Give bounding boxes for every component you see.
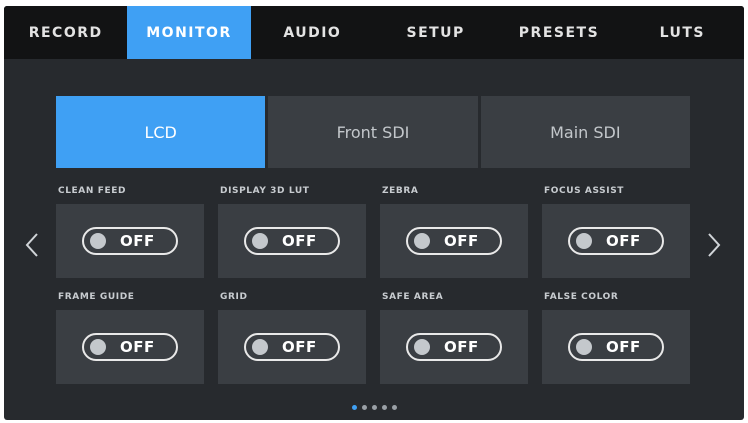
tab-audio[interactable]: AUDIO (251, 6, 374, 59)
zebra-toggle[interactable]: OFF (406, 227, 502, 255)
setting-label: GRID (220, 292, 248, 302)
false-color-toggle[interactable]: OFF (568, 333, 664, 361)
safe-area-toggle[interactable]: OFF (406, 333, 502, 361)
tab-presets[interactable]: PRESETS (497, 6, 620, 59)
toggle-state: OFF (606, 338, 641, 356)
setting-label: SAFE AREA (382, 292, 444, 302)
setting-label: ZEBRA (382, 186, 419, 196)
menu-tab-bar: RECORD MONITOR AUDIO SETUP PRESETS LUTS (4, 6, 744, 59)
setting-frame-guide: FRAME GUIDE OFF (56, 290, 204, 384)
page-dot-5[interactable] (391, 405, 397, 410)
toggle-state: OFF (444, 232, 479, 250)
monitor-screen: RECORD MONITOR AUDIO SETUP PRESETS LUTS … (4, 6, 744, 420)
frame-guide-toggle[interactable]: OFF (82, 333, 178, 361)
toggle-state: OFF (282, 232, 317, 250)
setting-false-color: FALSE COLOR OFF (542, 290, 690, 384)
tab-luts[interactable]: LUTS (621, 6, 744, 59)
setting-safe-area: SAFE AREA OFF (380, 290, 528, 384)
setting-panel: OFF (218, 204, 366, 278)
focus-assist-toggle[interactable]: OFF (568, 227, 664, 255)
toggle-knob (414, 233, 430, 249)
setting-zebra: ZEBRA OFF (380, 184, 528, 278)
setting-label: FALSE COLOR (544, 292, 619, 302)
output-lcd-button[interactable]: LCD (56, 96, 266, 168)
chevron-right-icon[interactable] (704, 230, 724, 260)
output-main-sdi-button[interactable]: Main SDI (480, 96, 690, 168)
tab-setup[interactable]: SETUP (374, 6, 497, 59)
page-dot-4[interactable] (381, 405, 387, 410)
output-selector: LCD Front SDI Main SDI (56, 96, 690, 168)
page-dot-3[interactable] (371, 405, 377, 410)
page-dot-2[interactable] (361, 405, 367, 410)
toggle-knob (414, 339, 430, 355)
toggle-state: OFF (606, 232, 641, 250)
setting-focus-assist: FOCUS ASSIST OFF (542, 184, 690, 278)
setting-display-3d-lut: DISPLAY 3D LUT OFF (218, 184, 366, 278)
chevron-left-icon[interactable] (22, 230, 42, 260)
setting-clean-feed: CLEAN FEED OFF (56, 184, 204, 278)
setting-label: CLEAN FEED (58, 186, 127, 196)
toggle-state: OFF (120, 232, 155, 250)
setting-panel: OFF (380, 204, 528, 278)
setting-panel: OFF (218, 310, 366, 384)
setting-panel: OFF (542, 204, 690, 278)
toggle-state: OFF (120, 338, 155, 356)
clean-feed-toggle[interactable]: OFF (82, 227, 178, 255)
toggle-knob (90, 339, 106, 355)
settings-grid: CLEAN FEED OFF DISPLAY 3D LUT OFF ZEBRA (56, 184, 692, 384)
setting-label: DISPLAY 3D LUT (220, 186, 310, 196)
output-front-sdi-button[interactable]: Front SDI (268, 96, 478, 168)
toggle-knob (252, 339, 268, 355)
setting-panel: OFF (542, 310, 690, 384)
setting-grid: GRID OFF (218, 290, 366, 384)
toggle-knob (576, 339, 592, 355)
page-dot-1[interactable] (351, 405, 357, 410)
grid-toggle[interactable]: OFF (244, 333, 340, 361)
setting-panel: OFF (56, 204, 204, 278)
tab-record[interactable]: RECORD (4, 6, 127, 59)
tab-monitor[interactable]: MONITOR (127, 6, 251, 59)
setting-panel: OFF (380, 310, 528, 384)
setting-label: FRAME GUIDE (58, 292, 135, 302)
toggle-state: OFF (444, 338, 479, 356)
toggle-knob (90, 233, 106, 249)
toggle-knob (252, 233, 268, 249)
toggle-knob (576, 233, 592, 249)
setting-label: FOCUS ASSIST (544, 186, 625, 196)
toggle-state: OFF (282, 338, 317, 356)
setting-panel: OFF (56, 310, 204, 384)
display-3d-lut-toggle[interactable]: OFF (244, 227, 340, 255)
page-indicator (4, 405, 744, 410)
